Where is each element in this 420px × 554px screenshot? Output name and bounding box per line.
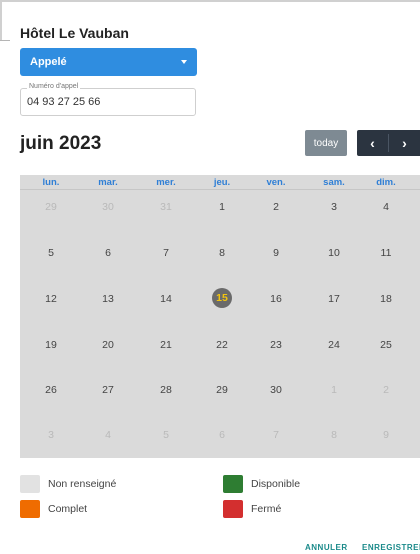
phone-field-value: 04 93 27 25 66 [27,96,101,108]
day-cell[interactable]: 14 [148,293,184,305]
day-cell[interactable]: 29 [33,201,69,213]
weekday-label: mar. [98,177,118,188]
edge-tick [0,40,10,41]
month-title: juin 2023 [20,133,102,154]
day-cell[interactable]: 3 [316,201,352,213]
weekday-label: lun. [42,177,60,188]
day-cell[interactable]: 28 [148,384,184,396]
day-cell[interactable]: 12 [33,293,69,305]
calendar-grid: lun. mar. mer. jeu. ven. sam. dim. 29 30 31 1 2 3 4 5… [20,175,420,458]
day-cell[interactable]: 6 [204,429,240,441]
weekday-label: sam. [323,177,345,188]
day-cell[interactable]: 6 [90,247,126,259]
legend-label: Complet [48,503,88,515]
day-cell[interactable]: 9 [258,247,294,259]
legend-swatch [20,475,40,493]
day-cell[interactable]: 19 [33,339,69,351]
chevron-down-icon [181,60,187,64]
day-cell[interactable]: 10 [316,247,352,259]
chevron-left-icon: ‹ [370,135,375,151]
weekday-label: dim. [376,177,396,188]
legend-swatch [20,500,40,518]
day-cell[interactable]: 30 [258,384,294,396]
day-cell[interactable]: 29 [204,384,240,396]
day-cell[interactable]: 2 [258,201,294,213]
day-cell[interactable]: 20 [90,339,126,351]
day-cell[interactable]: 11 [368,247,404,259]
day-cell[interactable]: 8 [316,429,352,441]
legend-label: Fermé [251,503,282,515]
day-cell[interactable]: 4 [368,201,404,213]
day-cell[interactable]: 8 [204,247,240,259]
day-cell[interactable]: 27 [90,384,126,396]
legend-label: Non renseigné [48,478,117,490]
chevron-right-icon: › [402,135,407,151]
day-cell[interactable]: 1 [316,384,352,396]
day-cell[interactable]: 31 [148,201,184,213]
legend-item: Disponible [223,475,300,493]
day-cell[interactable]: 21 [148,339,184,351]
legend-item: Complet [20,500,87,518]
legend-swatch [223,475,243,493]
phone-field[interactable]: Numéro d'appel 04 93 27 25 66 [20,83,196,116]
day-cell[interactable]: 25 [368,339,404,351]
legend-swatch [223,500,243,518]
day-cell[interactable]: 2 [368,384,404,396]
day-cell[interactable]: 5 [33,247,69,259]
day-cell[interactable]: 30 [90,201,126,213]
day-cell[interactable]: 17 [316,293,352,305]
day-cell[interactable]: 7 [148,247,184,259]
day-cell[interactable]: 1 [204,201,240,213]
day-cell[interactable]: 9 [368,429,404,441]
prev-month-button[interactable]: ‹ [357,130,388,156]
status-select[interactable]: Appelé [20,48,197,76]
day-cell[interactable]: 22 [204,339,240,351]
day-cell[interactable]: 18 [368,293,404,305]
phone-field-label: Numéro d'appel [27,83,81,90]
weekday-header: lun. mar. mer. jeu. ven. sam. dim. [20,175,420,189]
day-cell[interactable]: 7 [258,429,294,441]
legend-item: Fermé [223,500,281,518]
legend-label: Disponible [251,478,301,490]
weekday-label: jeu. [213,177,231,188]
weekday-label: ven. [266,177,286,188]
top-border [0,0,420,2]
month-nav: ‹ › [357,130,420,156]
day-cell-today[interactable]: 15 [212,288,232,308]
status-select-value: Appelé [30,56,67,68]
day-cell[interactable]: 5 [148,429,184,441]
next-month-button[interactable]: › [389,130,420,156]
today-button[interactable]: today [305,130,347,156]
left-border [0,0,2,40]
weekday-divider [20,189,420,190]
day-cell[interactable]: 16 [258,293,294,305]
legend-item: Non renseigné [20,475,116,493]
day-cell[interactable]: 3 [33,429,69,441]
day-cell[interactable]: 26 [33,384,69,396]
day-cell[interactable]: 4 [90,429,126,441]
hotel-title: Hôtel Le Vauban [20,25,129,41]
cancel-button[interactable]: ANNULER [305,543,348,552]
day-cell[interactable]: 13 [90,293,126,305]
day-cell[interactable]: 24 [316,339,352,351]
day-cell[interactable]: 23 [258,339,294,351]
save-button[interactable]: ENREGISTRER [362,543,420,552]
weekday-label: mer. [156,177,176,188]
